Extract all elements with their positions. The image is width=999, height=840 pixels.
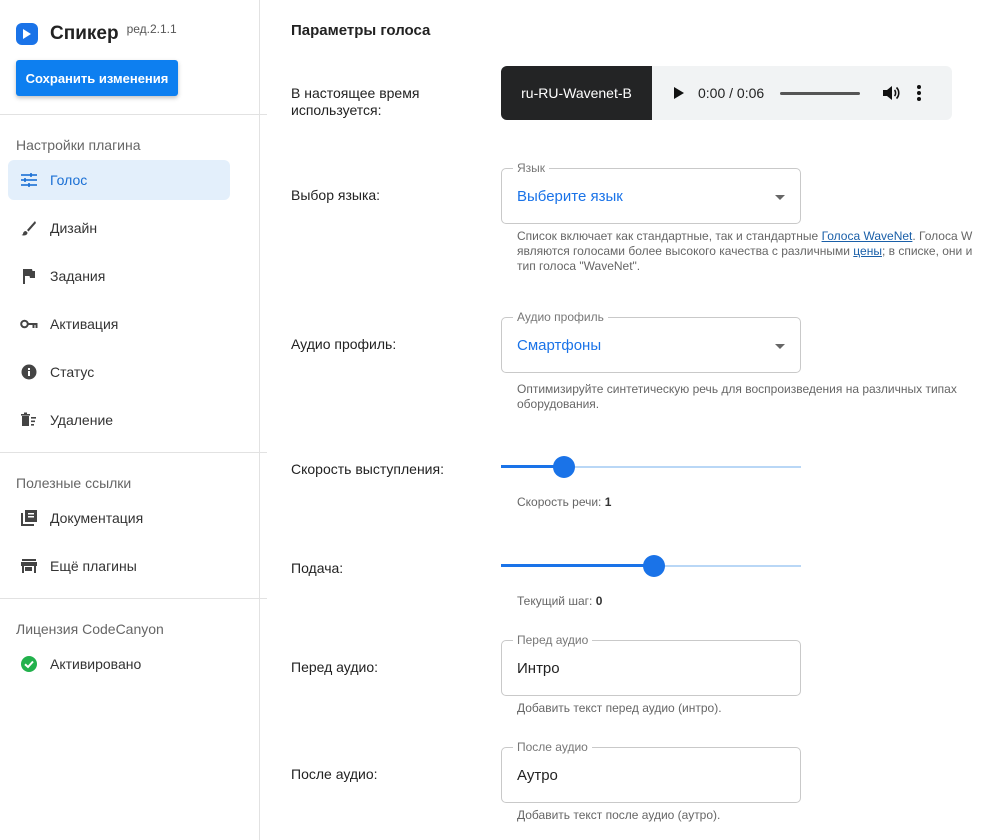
- sidebar-item-label: Документация: [50, 510, 144, 526]
- after-audio-value: Аутро: [517, 767, 558, 784]
- app-version: ред.2.1.1: [126, 22, 177, 36]
- speed-slider[interactable]: [501, 455, 801, 479]
- voice-preview-player: ru-RU-Wavenet-B 0:00 / 0:06: [501, 66, 952, 120]
- chevron-down-icon: [775, 344, 785, 349]
- sidebar-item-label: Удаление: [50, 412, 114, 428]
- before-audio-value: Интро: [517, 660, 560, 677]
- chevron-down-icon: [775, 195, 785, 200]
- language-value: Выберите язык: [517, 188, 623, 205]
- audio-time: 0:00 / 0:06: [698, 85, 765, 101]
- speed-value-note: Скорость речи: 1: [517, 495, 612, 509]
- after-audio-help: Добавить текст после аудио (аутро).: [517, 808, 721, 822]
- slider-thumb[interactable]: [643, 555, 665, 577]
- sidebar-item-status[interactable]: Статус: [8, 352, 230, 392]
- sidebar-item-voice[interactable]: Голос: [8, 160, 230, 200]
- section-title-license: Лицензия CodeCanyon: [16, 621, 164, 637]
- check-circle-icon: [20, 655, 38, 673]
- language-legend: Язык: [513, 161, 550, 175]
- audio-player: 0:00 / 0:06: [652, 66, 952, 120]
- sidebar-item-deletion[interactable]: Удаление: [8, 400, 230, 440]
- flag-icon: [20, 267, 38, 285]
- divider: [0, 452, 267, 453]
- brand: Спикер ред.2.1.1: [16, 20, 177, 45]
- sidebar-item-more-plugins[interactable]: Ещё плагины: [8, 546, 230, 586]
- play-icon[interactable]: [674, 87, 684, 99]
- pricing-link[interactable]: цены: [853, 244, 882, 258]
- sidebar-item-label: Статус: [50, 364, 95, 380]
- pitch-label: Подача:: [291, 560, 344, 576]
- sidebar-item-label: Активация: [50, 316, 119, 332]
- voice-name: ru-RU-Wavenet-B: [501, 66, 652, 120]
- main-content: Параметры голоса В настоящее время испол…: [261, 0, 999, 840]
- before-audio-input[interactable]: Перед аудио Интро: [501, 633, 801, 696]
- sidebar-item-label: Задания: [50, 268, 106, 284]
- speed-value: 1: [604, 495, 612, 509]
- audio-profile-value: Смартфоны: [517, 337, 602, 354]
- speed-label: Скорость выступления:: [291, 461, 444, 477]
- pitch-value: 0: [595, 594, 603, 608]
- app-name: Спикер: [50, 23, 119, 44]
- section-title-plugin-settings: Настройки плагина: [16, 137, 141, 153]
- after-audio-label: После аудио:: [291, 766, 378, 782]
- audio-progress-bar[interactable]: [780, 91, 861, 95]
- before-audio-help: Добавить текст перед аудио (интро).: [517, 701, 722, 715]
- pitch-slider[interactable]: [501, 554, 801, 578]
- volume-icon[interactable]: [882, 83, 902, 103]
- delete-sweep-icon: [20, 411, 38, 429]
- sidebar-item-design[interactable]: Дизайн: [8, 208, 230, 248]
- language-help: Список включает как стандартные, так и с…: [517, 229, 973, 273]
- library-books-icon: [20, 509, 38, 527]
- key-icon: [20, 315, 38, 333]
- before-audio-legend: Перед аудио: [513, 633, 593, 647]
- sidebar-item-label: Голос: [50, 172, 88, 188]
- slider-thumb[interactable]: [553, 456, 575, 478]
- speaker-logo-icon: [16, 23, 38, 45]
- audio-profile-label: Аудио профиль:: [291, 336, 397, 352]
- license-status-label: Активировано: [50, 656, 142, 672]
- audio-profile-select[interactable]: Аудио профиль Смартфоны: [501, 310, 801, 373]
- audio-profile-legend: Аудио профиль: [513, 310, 608, 324]
- divider: [0, 114, 267, 115]
- audio-profile-help: Оптимизируйте синтетическую речь для вос…: [517, 382, 957, 411]
- after-audio-input[interactable]: После аудио Аутро: [501, 740, 801, 803]
- sidebar-item-activation[interactable]: Активация: [8, 304, 230, 344]
- info-icon: [20, 363, 38, 381]
- sidebar: Спикер ред.2.1.1 Сохранить изменения Нас…: [0, 0, 267, 840]
- sidebar-item-tasks[interactable]: Задания: [8, 256, 230, 296]
- brush-icon: [20, 219, 38, 237]
- language-select[interactable]: Язык Выберите язык: [501, 161, 801, 224]
- more-options-icon[interactable]: [914, 83, 924, 103]
- after-audio-legend: После аудио: [513, 740, 592, 754]
- sidebar-item-label: Ещё плагины: [50, 558, 137, 574]
- sidebar-item-documentation[interactable]: Документация: [8, 498, 230, 538]
- current-voice-label: В настоящее время используется:: [291, 85, 420, 118]
- pitch-value-note: Текущий шаг: 0: [517, 594, 603, 608]
- sliders-icon: [20, 171, 38, 189]
- page-title: Параметры голоса: [291, 22, 431, 39]
- store-icon: [20, 557, 38, 575]
- license-status: Активировано: [8, 644, 230, 684]
- language-label: Выбор языка:: [291, 187, 381, 203]
- slider-fill: [501, 564, 654, 567]
- sidebar-item-label: Дизайн: [50, 220, 98, 236]
- save-changes-button[interactable]: Сохранить изменения: [16, 60, 178, 96]
- wavenet-voices-link[interactable]: Голоса WaveNet: [822, 229, 913, 243]
- section-title-useful-links: Полезные ссылки: [16, 475, 132, 491]
- before-audio-label: Перед аудио:: [291, 659, 379, 675]
- divider: [0, 598, 267, 599]
